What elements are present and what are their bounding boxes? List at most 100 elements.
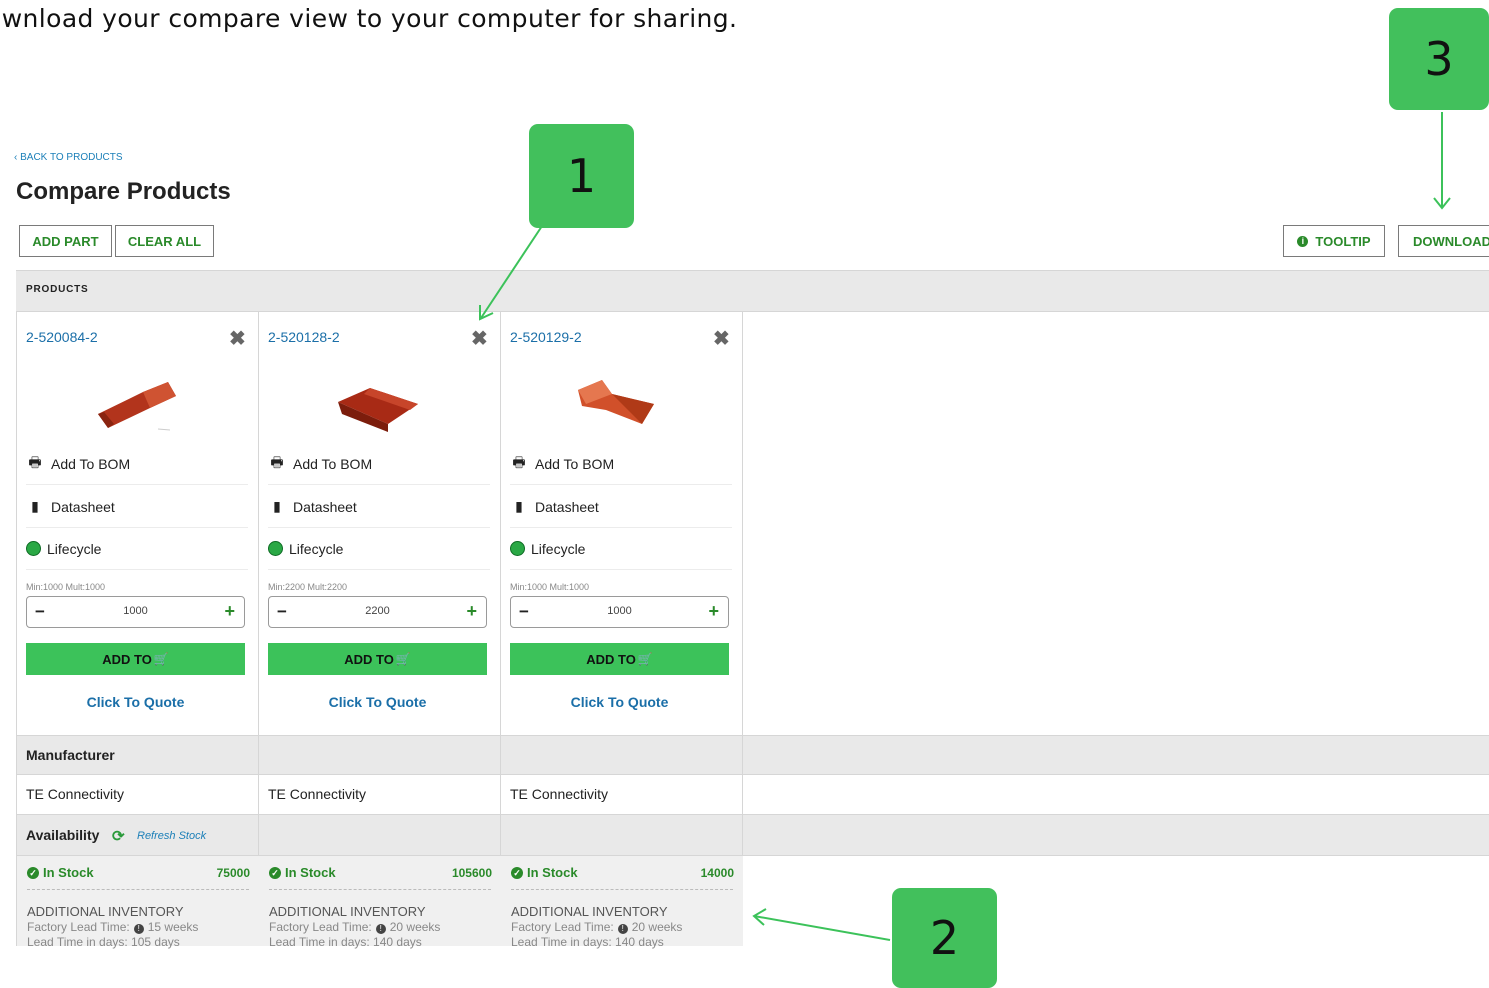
- stock-quantity: 75000: [216, 866, 250, 880]
- click-to-quote-link[interactable]: Click To Quote: [268, 694, 487, 710]
- manufacturer-value: TE Connectivity: [510, 786, 609, 802]
- lifecycle-row: Lifecycle: [510, 528, 732, 570]
- lead-time-days: Lead Time in days: 105 days: [27, 935, 180, 949]
- callout-badge-1: 1: [529, 124, 634, 228]
- factory-lead-time-value: 20 weeks: [631, 920, 683, 934]
- add-to-cart-button[interactable]: ADD TO 🛒: [510, 643, 729, 675]
- increase-quantity-button[interactable]: +: [224, 601, 235, 622]
- factory-lead-time: Factory Lead Time:! 20 weeks: [269, 920, 440, 934]
- pdf-icon: ▮: [515, 498, 523, 514]
- add-to-cart-button[interactable]: ADD TO 🛒: [26, 643, 245, 675]
- refresh-stock-link[interactable]: Refresh Stock: [137, 830, 206, 842]
- datasheet-label: Datasheet: [535, 498, 599, 515]
- products-section-header: PRODUCTS: [16, 270, 1489, 312]
- quantity-stepper: − 1000 +: [26, 596, 245, 628]
- lifecycle-status-icon: [268, 541, 283, 556]
- callout-3-arrowhead: [1433, 197, 1451, 210]
- check-circle-icon: ✓: [511, 866, 523, 879]
- add-to-bom-link[interactable]: 🖶 Add To BOM: [26, 443, 248, 485]
- factory-lead-time: Factory Lead Time:! 15 weeks: [27, 920, 198, 934]
- pdf-icon: ▮: [31, 498, 39, 514]
- back-to-products-link[interactable]: ‹ BACK TO PRODUCTS: [14, 152, 123, 163]
- increase-quantity-button[interactable]: +: [708, 601, 719, 622]
- instruction-text: ownload your compare view to your comput…: [0, 4, 738, 33]
- product-image: [338, 388, 418, 432]
- product-column: 2-520084-2 ✖ 🖶 Add To BOM ▮ Datasheet Li…: [16, 312, 258, 735]
- part-number-link[interactable]: 2-520128-2: [268, 329, 340, 345]
- stock-divider: [269, 889, 491, 890]
- remove-product-icon[interactable]: ✖: [713, 326, 730, 351]
- refresh-icon[interactable]: ⟳: [112, 827, 125, 845]
- datasheet-link[interactable]: ▮ Datasheet: [268, 486, 490, 528]
- callout-badge-3: 3: [1389, 8, 1489, 110]
- factory-lead-time-label: Factory Lead Time:: [27, 920, 130, 934]
- bom-icon: 🖶: [512, 453, 526, 470]
- pdf-icon: ▮: [273, 498, 281, 514]
- datasheet-link[interactable]: ▮ Datasheet: [510, 486, 732, 528]
- add-to-bom-link[interactable]: 🖶 Add To BOM: [510, 443, 732, 485]
- info-icon: i: [1297, 235, 1309, 247]
- stock-status: ✓ In Stock: [27, 865, 94, 880]
- lifecycle-row: Lifecycle: [26, 528, 248, 570]
- lifecycle-label: Lifecycle: [47, 540, 102, 557]
- add-to-cart-label: ADD TO: [344, 651, 394, 667]
- lifecycle-status-icon: [26, 541, 41, 556]
- callout-badge-2: 2: [892, 888, 997, 988]
- page-title: Compare Products: [16, 178, 231, 205]
- quantity-stepper: − 2200 +: [268, 596, 487, 628]
- add-to-cart-button[interactable]: ADD TO 🛒: [268, 643, 487, 675]
- quantity-value[interactable]: 1000: [27, 605, 244, 617]
- clear-all-button[interactable]: CLEAR ALL: [115, 225, 214, 257]
- quantity-value[interactable]: 1000: [511, 605, 728, 617]
- product-column: 2-520128-2 ✖ 🖶 Add To BOM ▮ Datasheet Li…: [258, 312, 500, 735]
- increase-quantity-button[interactable]: +: [466, 601, 477, 622]
- stock-status-label: In Stock: [527, 865, 578, 880]
- factory-lead-time-label: Factory Lead Time:: [511, 920, 614, 934]
- factory-lead-time-value: 15 weeks: [147, 920, 199, 934]
- remove-product-icon[interactable]: ✖: [471, 326, 488, 351]
- info-icon[interactable]: !: [133, 924, 144, 934]
- add-to-bom-label: Add To BOM: [535, 455, 615, 472]
- cart-icon: 🛒: [153, 652, 169, 666]
- lead-time-days: Lead Time in days: 140 days: [269, 935, 422, 949]
- check-circle-icon: ✓: [269, 866, 281, 879]
- add-to-bom-label: Add To BOM: [293, 455, 373, 472]
- add-part-button[interactable]: ADD PART: [19, 225, 112, 257]
- availability-cell: ✓ In Stock 14000 ADDITIONAL INVENTORY Fa…: [501, 856, 743, 949]
- quantity-value[interactable]: 2200: [269, 605, 486, 617]
- factory-lead-time-value: 20 weeks: [389, 920, 441, 934]
- add-to-cart-label: ADD TO: [586, 651, 636, 667]
- stock-status-label: In Stock: [285, 865, 336, 880]
- grid-divider: [742, 312, 743, 946]
- stock-divider: [511, 889, 733, 890]
- datasheet-link[interactable]: ▮ Datasheet: [26, 486, 248, 528]
- bom-icon: 🖶: [28, 453, 42, 470]
- info-icon[interactable]: !: [617, 924, 628, 934]
- callout-2-arrow: [753, 915, 891, 941]
- manufacturer-section-label: Manufacturer: [26, 747, 115, 763]
- callout-2-arrowhead: [752, 908, 767, 926]
- additional-inventory-title: ADDITIONAL INVENTORY: [511, 904, 668, 919]
- download-button[interactable]: DOWNLOAD: [1398, 225, 1489, 257]
- tooltip-button[interactable]: i TOOLTIP: [1283, 225, 1385, 257]
- lifecycle-status-icon: [510, 541, 525, 556]
- info-icon[interactable]: !: [375, 924, 386, 934]
- part-number-link[interactable]: 2-520129-2: [510, 329, 582, 345]
- stock-status: ✓ In Stock: [269, 865, 336, 880]
- lifecycle-label: Lifecycle: [531, 540, 586, 557]
- add-to-bom-link[interactable]: 🖶 Add To BOM: [268, 443, 490, 485]
- availability-cell: ✓ In Stock 105600 ADDITIONAL INVENTORY F…: [259, 856, 501, 949]
- click-to-quote-link[interactable]: Click To Quote: [26, 694, 245, 710]
- availability-cell: ✓ In Stock 75000 ADDITIONAL INVENTORY Fa…: [17, 856, 259, 949]
- datasheet-label: Datasheet: [293, 498, 357, 515]
- stock-divider: [27, 889, 249, 890]
- cart-icon: 🛒: [637, 652, 653, 666]
- remove-product-icon[interactable]: ✖: [229, 326, 246, 351]
- part-number-link[interactable]: 2-520084-2: [26, 329, 98, 345]
- product-image: [578, 380, 654, 424]
- datasheet-label: Datasheet: [51, 498, 115, 515]
- click-to-quote-link[interactable]: Click To Quote: [510, 694, 729, 710]
- manufacturer-value: TE Connectivity: [26, 786, 125, 802]
- grid-divider: [16, 814, 742, 815]
- availability-section-header: Availability ⟳ Refresh Stock: [16, 814, 1489, 856]
